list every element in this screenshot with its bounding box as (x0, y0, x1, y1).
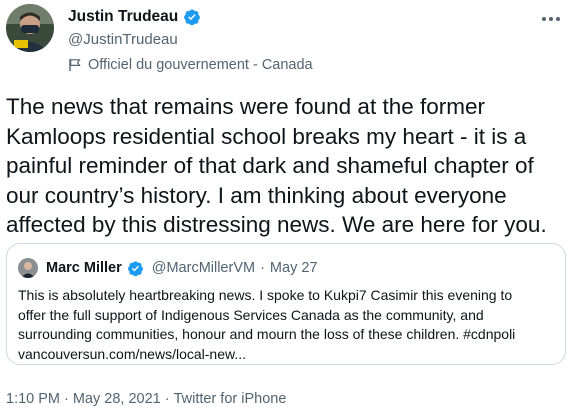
government-label-text: Officiel du gouvernement - Canada (88, 57, 313, 73)
quoted-link[interactable]: vancouversun.com/news/local-new... (18, 345, 558, 365)
quoted-tweet[interactable]: Marc Miller @MarcMillerVM · May 27 This … (6, 243, 566, 365)
government-label[interactable]: Officiel du gouvernement - Canada (68, 57, 313, 73)
verified-badge-icon (127, 260, 144, 277)
quoted-author-avatar[interactable] (18, 258, 38, 278)
quoted-text-line: This is absolutely heartbreaking news. I… (18, 287, 513, 303)
quoted-text-line: surrounding communities, honour and mour… (18, 326, 516, 342)
author-info: Justin Trudeau @JustinTrudeau (68, 8, 201, 48)
quoted-text-line: offer the full support of Indigenous Ser… (18, 306, 484, 323)
flag-icon (68, 58, 82, 72)
tweet-footer: 1:10 PM · May 28, 2021 · Twitter for iPh… (6, 391, 286, 407)
verified-badge-icon (183, 8, 201, 26)
quoted-tweet-text: This is absolutely heartbreaking news. I… (18, 286, 558, 364)
tweet-date[interactable]: May 28, 2021 (73, 391, 161, 407)
author-avatar[interactable] (6, 4, 54, 52)
tweet-header: Justin Trudeau @JustinTrudeau Officiel d… (6, 4, 574, 76)
tweet-text: The news that remains were found at the … (6, 94, 547, 237)
quoted-tweet-header: Marc Miller @MarcMillerVM · May 27 (18, 258, 317, 278)
more-horizontal-icon[interactable] (540, 8, 562, 30)
footer-separator: · (164, 391, 170, 407)
author-name[interactable]: Justin Trudeau (68, 8, 178, 26)
tweet-source[interactable]: Twitter for iPhone (174, 391, 287, 407)
tweet-time[interactable]: 1:10 PM (6, 391, 60, 407)
quoted-date[interactable]: May 27 (270, 260, 318, 276)
quoted-author-handle[interactable]: @MarcMillerVM (152, 260, 255, 276)
author-handle[interactable]: @JustinTrudeau (68, 31, 201, 48)
quoted-author-name[interactable]: Marc Miller (46, 260, 122, 276)
quoted-separator: · (260, 260, 265, 276)
footer-separator: · (64, 391, 69, 407)
